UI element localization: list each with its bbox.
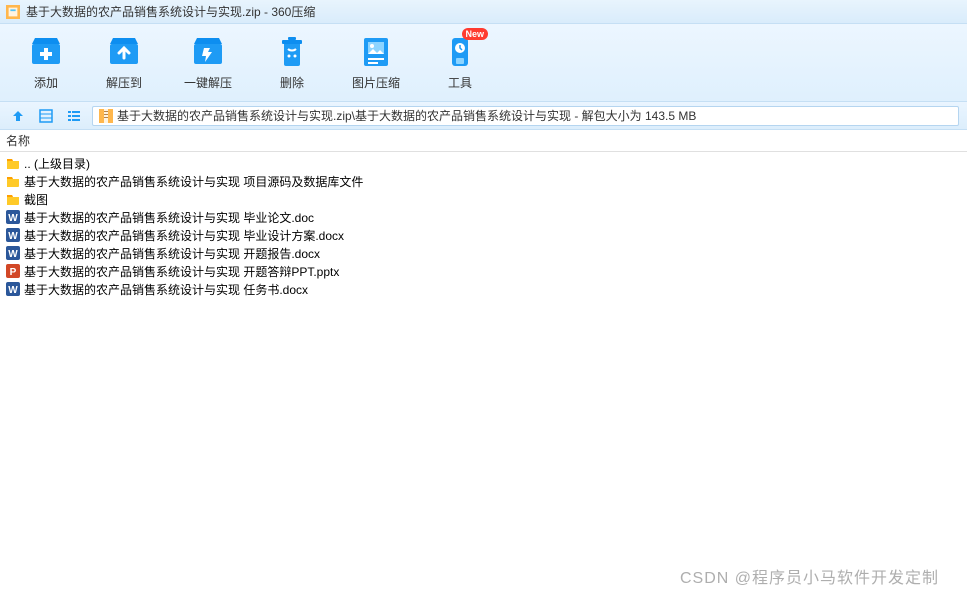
view-list-button[interactable] [64,106,84,126]
svg-text:W: W [8,285,18,296]
folder-icon [6,156,20,170]
app-icon [6,5,20,19]
window-title: 基于大数据的农产品销售系统设计与实现.zip - 360压缩 [26,3,315,20]
path-input[interactable]: 基于大数据的农产品销售系统设计与实现.zip\基于大数据的农产品销售系统设计与实… [92,106,959,126]
file-name: 基于大数据的农产品销售系统设计与实现 项目源码及数据库文件 [24,173,363,190]
folder-icon [6,192,20,206]
addressbar: 基于大数据的农产品销售系统设计与实现.zip\基于大数据的农产品销售系统设计与实… [0,102,967,130]
ppt-icon: P [6,264,20,278]
new-badge: New [462,28,489,40]
file-name: 截图 [24,191,48,208]
file-row[interactable]: W 基于大数据的农产品销售系统设计与实现 开题报告.docx [0,244,967,262]
file-name: 基于大数据的农产品销售系统设计与实现 开题答辩PPT.pptx [24,263,339,280]
delete-icon [274,34,310,70]
folder-icon [6,174,20,188]
word-icon: W [6,228,20,242]
svg-text:W: W [8,213,18,224]
svg-text:P: P [10,267,17,278]
extract-to-icon [106,34,142,70]
word-icon: W [6,210,20,224]
svg-text:W: W [8,249,18,260]
one-click-extract-icon [190,34,226,70]
extract-to-label: 解压到 [106,74,142,91]
image-compress-label: 图片压缩 [352,74,400,91]
file-name: 基于大数据的农产品销售系统设计与实现 开题报告.docx [24,245,320,262]
tools-button[interactable]: New 工具 [442,34,478,91]
column-name: 名称 [6,132,30,149]
file-row[interactable]: 截图 [0,190,967,208]
path-text: 基于大数据的农产品销售系统设计与实现.zip\基于大数据的农产品销售系统设计与实… [117,107,696,124]
add-button[interactable]: 添加 [28,34,64,91]
one-click-extract-button[interactable]: 一键解压 [184,34,232,91]
file-name: 基于大数据的农产品销售系统设计与实现 任务书.docx [24,281,308,298]
word-icon: W [6,282,20,296]
titlebar: 基于大数据的农产品销售系统设计与实现.zip - 360压缩 [0,0,967,24]
svg-text:W: W [8,231,18,242]
one-click-extract-label: 一键解压 [184,74,232,91]
file-row[interactable]: W 基于大数据的农产品销售系统设计与实现 毕业设计方案.docx [0,226,967,244]
delete-button[interactable]: 删除 [274,34,310,91]
add-label: 添加 [34,74,58,91]
add-icon [28,34,64,70]
file-row[interactable]: 基于大数据的农产品销售系统设计与实现 项目源码及数据库文件 [0,172,967,190]
word-icon: W [6,246,20,260]
file-list: .. (上级目录)基于大数据的农产品销售系统设计与实现 项目源码及数据库文件截图… [0,152,967,300]
up-level-button[interactable] [8,106,28,126]
view-details-button[interactable] [36,106,56,126]
file-row[interactable]: .. (上级目录) [0,154,967,172]
file-name: .. (上级目录) [24,155,90,172]
file-name: 基于大数据的农产品销售系统设计与实现 毕业设计方案.docx [24,227,344,244]
file-row[interactable]: W 基于大数据的农产品销售系统设计与实现 任务书.docx [0,280,967,298]
toolbar: 添加 解压到 一键解压 删除 图片压缩 New 工具 [0,24,967,102]
columns-header[interactable]: 名称 [0,130,967,152]
archive-icon [99,109,113,123]
extract-to-button[interactable]: 解压到 [106,34,142,91]
image-compress-icon [358,34,394,70]
file-name: 基于大数据的农产品销售系统设计与实现 毕业论文.doc [24,209,314,226]
delete-label: 删除 [280,74,304,91]
watermark: CSDN @程序员小马软件开发定制 [680,564,939,588]
tools-label: 工具 [448,74,472,91]
file-row[interactable]: W 基于大数据的农产品销售系统设计与实现 毕业论文.doc [0,208,967,226]
file-row[interactable]: P 基于大数据的农产品销售系统设计与实现 开题答辩PPT.pptx [0,262,967,280]
image-compress-button[interactable]: 图片压缩 [352,34,400,91]
